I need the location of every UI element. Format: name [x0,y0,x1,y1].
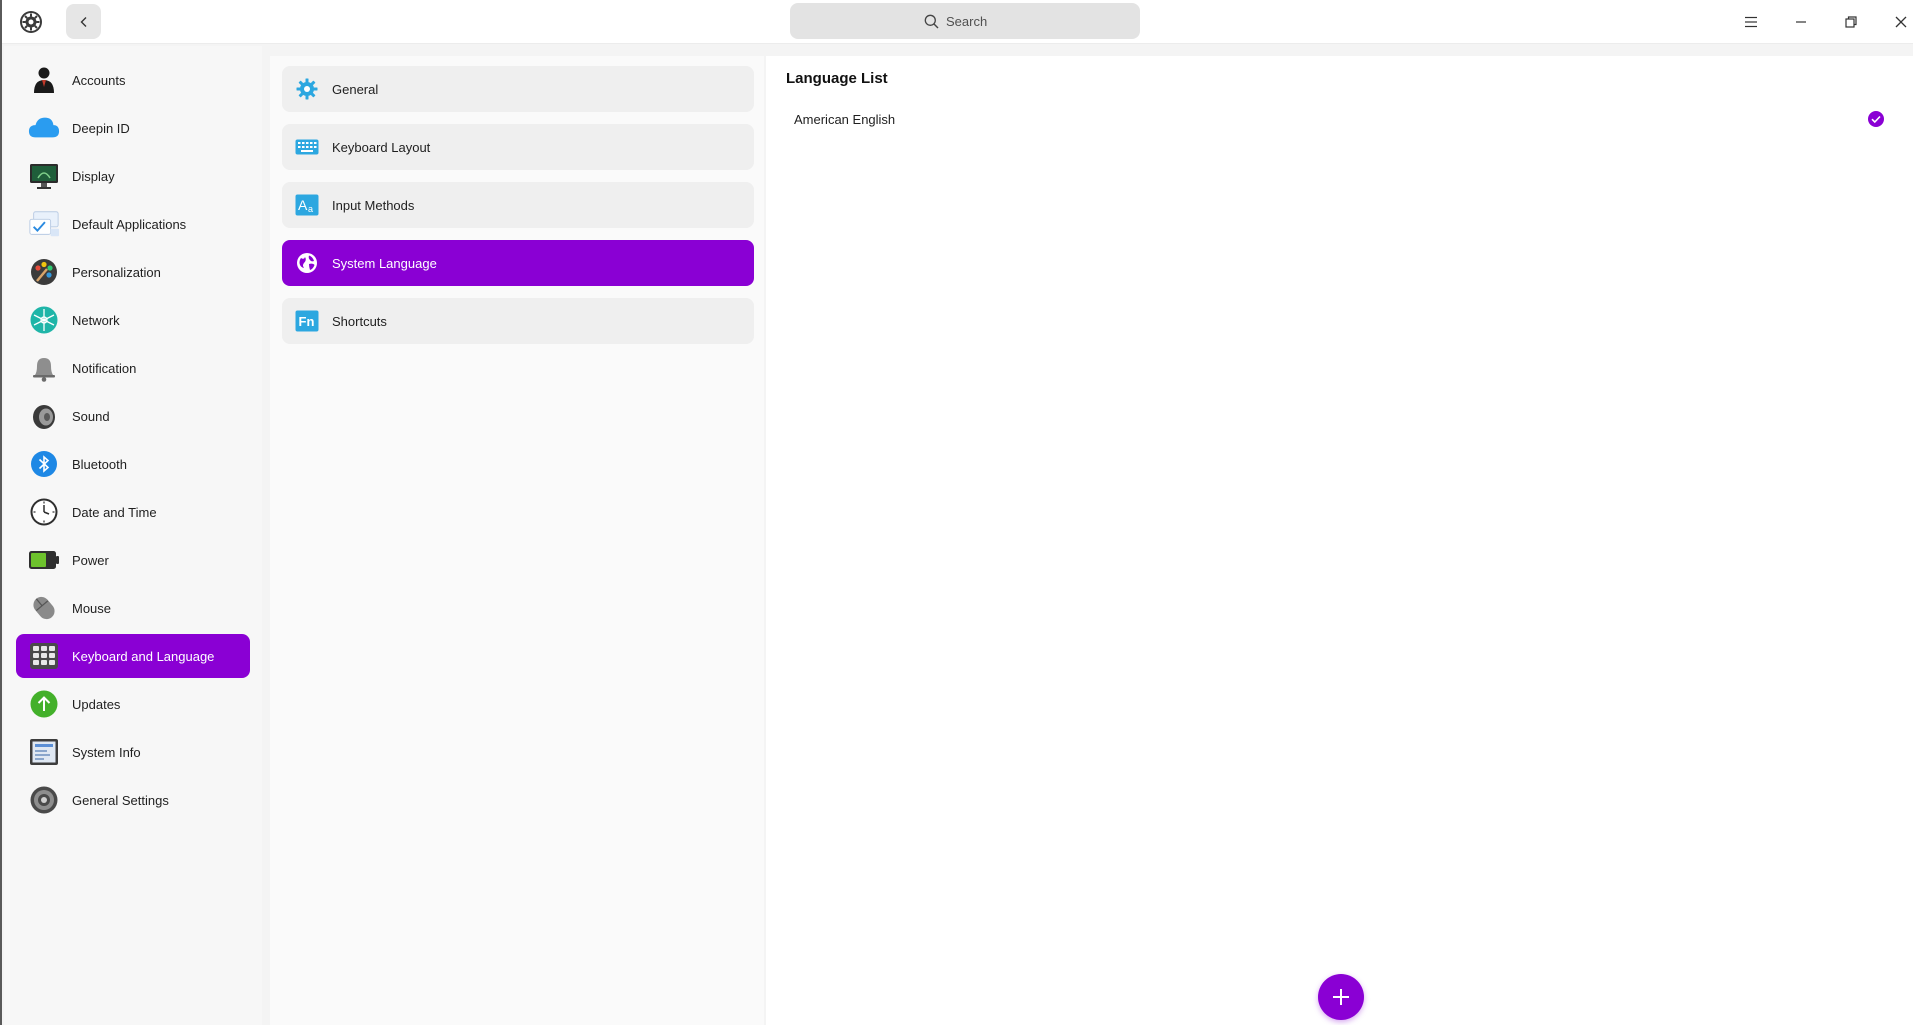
palette-icon [28,256,60,288]
speaker-icon [28,400,60,432]
sidebar-item-notification[interactable]: Notification [16,346,250,390]
search-icon [924,14,939,28]
sidebar-item-label: Deepin ID [72,120,130,136]
subnav-item-label: Input Methods [332,197,415,213]
sidebar-item-deepin-id[interactable]: Deepin ID [16,106,250,150]
monitor-icon [28,160,60,192]
subnav-item-shortcuts[interactable]: Fn Shortcuts [282,298,754,344]
clock-icon [28,496,60,528]
sidebar-item-label: Notification [72,360,137,376]
check-circle-icon [1868,111,1884,127]
subnav-item-input-methods[interactable]: A a Input Methods [282,182,754,228]
search-box[interactable] [790,3,1140,39]
sidebar-item-sound[interactable]: Sound [16,394,250,438]
subnav-item-label: Keyboard Layout [332,139,431,155]
close-button[interactable] [1886,7,1913,37]
sidebar-item-label: Accounts [72,72,126,88]
sidebar-item-personalization[interactable]: Personalization [16,250,250,294]
restore-icon [1845,16,1857,28]
sidebar-item-label: Updates [72,696,121,712]
plus-icon [1333,989,1349,1005]
keyboard-layout-icon [294,134,320,160]
sidebar-item-mouse[interactable]: Mouse [16,586,250,630]
subnav-item-general[interactable]: General [282,66,754,112]
chevron-left-icon [80,16,86,27]
language-list-item[interactable]: American English [782,102,1897,136]
svg-text:Fn: Fn [299,314,315,329]
mouse-icon [28,592,60,624]
main-menu-button[interactable] [1736,7,1766,37]
default-apps-icon [28,208,60,240]
search-input[interactable] [946,13,1006,29]
sidebar-item-display[interactable]: Display [16,154,250,198]
sidebar-item-label: Keyboard and Language [72,648,215,664]
sidebar: Accounts Deepin ID Display Default Appli… [4,46,262,1025]
sidebar-item-label: Bluetooth [72,456,127,472]
sidebar-item-default-applications[interactable]: Default Applications [16,202,250,246]
update-arrow-icon [28,688,60,720]
subnav-panel: General Keyboard Layout A a Input Method… [270,56,764,1025]
sidebar-item-keyboard-and-language[interactable]: Keyboard and Language [16,634,250,678]
sidebar-item-label: Display [72,168,115,184]
svg-text:a: a [308,204,313,214]
settings-window: Accounts Deepin ID Display [0,0,1913,1025]
menu-icon [1745,16,1757,28]
sidebar-item-system-info[interactable]: System Info [16,730,250,774]
sidebar-item-label: Default Applications [72,216,187,232]
sidebar-item-label: Date and Time [72,504,157,520]
accounts-icon [28,64,60,96]
sidebar-item-general-settings[interactable]: General Settings [16,778,250,822]
sidebar-item-label: Sound [72,408,110,424]
sidebar-item-label: Power [72,552,109,568]
cloud-icon [28,112,60,144]
input-methods-icon: A a [294,192,320,218]
subnav-item-label: General [332,81,379,97]
network-icon [28,304,60,336]
sidebar-item-date-and-time[interactable]: Date and Time [16,490,250,534]
minimize-button[interactable] [1786,7,1816,37]
subnav-item-keyboard-layout[interactable]: Keyboard Layout [282,124,754,170]
sidebar-item-label: Mouse [72,600,112,616]
subnav-item-system-language[interactable]: System Language [282,240,754,286]
control-center-app-icon [18,9,44,35]
sidebar-item-accounts[interactable]: Accounts [16,58,250,102]
language-name: American English [794,111,896,127]
sidebar-item-bluetooth[interactable]: Bluetooth [16,442,250,486]
sidebar-item-updates[interactable]: Updates [16,682,250,726]
minimize-icon [1796,21,1806,23]
sidebar-item-label: System Info [72,744,141,760]
battery-icon [28,544,60,576]
keyboard-icon [28,640,60,672]
title-bar [2,0,1913,44]
gear-disc-icon [28,784,60,816]
globe-icon [294,250,320,276]
fn-key-icon: Fn [294,308,320,334]
add-language-button[interactable] [1318,974,1364,1020]
section-title: Language List [786,70,888,87]
sidebar-item-label: General Settings [72,792,169,808]
subnav-item-label: System Language [332,255,437,271]
system-info-icon [28,736,60,768]
svg-text:A: A [298,197,308,213]
bluetooth-icon [28,448,60,480]
sidebar-item-network[interactable]: Network [16,298,250,342]
sidebar-item-label: Network [72,312,120,328]
sidebar-item-label: Personalization [72,264,161,280]
gear-icon [294,76,320,102]
subnav-item-label: Shortcuts [332,313,387,329]
back-button[interactable] [66,4,101,39]
close-icon [1895,16,1907,28]
bell-icon [28,352,60,384]
content-panel: Language List American English [766,56,1913,1025]
sidebar-item-power[interactable]: Power [16,538,250,582]
maximize-button[interactable] [1836,7,1866,37]
